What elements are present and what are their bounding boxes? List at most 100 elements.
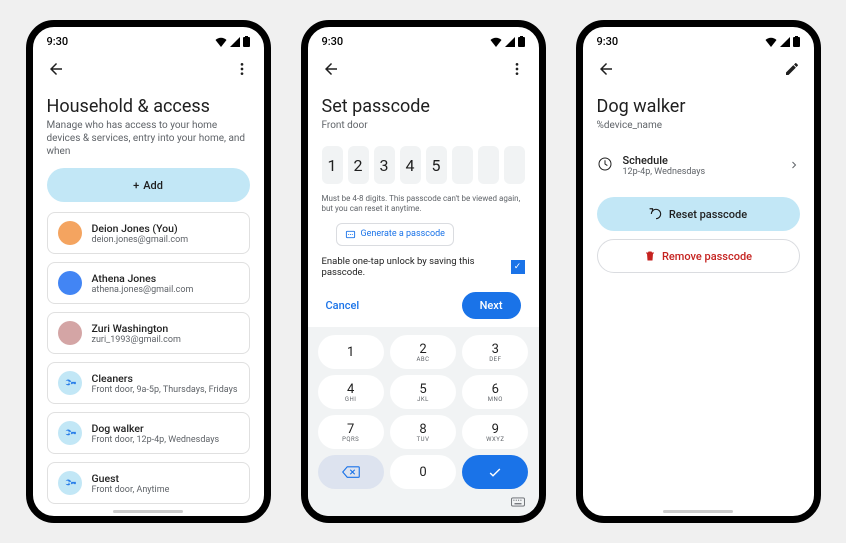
wifi-icon [490,37,502,47]
plus-icon: + [133,179,139,192]
more-menu[interactable] [234,61,250,81]
more-menu[interactable] [509,61,525,81]
person-item[interactable]: Deion Jones (You) deion.jones@gmail.com [47,212,250,254]
phone-set-passcode: 9:30 Set passcode Front door 1 2 3 4 5 M… [301,20,546,523]
enable-label: Enable one-tap unlock by saving this pas… [322,256,492,278]
key-5[interactable]: 5JKL [390,375,456,409]
passcode-icon [345,229,356,240]
schedule-detail: 12p-4p, Wednesdays [623,167,706,177]
key-7[interactable]: 7PQRS [318,415,384,449]
next-button[interactable]: Next [462,292,521,319]
schedule-label: Schedule [623,154,706,167]
person-item[interactable]: Athena Jones athena.jones@gmail.com [47,262,250,304]
header [33,52,264,90]
digit-box[interactable]: 1 [322,146,343,184]
access-item[interactable]: Cleaners Front door, 9a-5p, Thursdays, F… [47,362,250,404]
key-3[interactable]: 3DEF [462,335,528,369]
person-name: Athena Jones [92,272,194,285]
keyboard-switch-icon[interactable] [511,497,525,510]
status-bar: 9:30 [308,27,539,52]
add-button[interactable]: + Add [47,168,250,202]
back-button[interactable] [47,60,65,82]
phone-dog-walker: 9:30 Dog walker %device_name Schedule 12… [576,20,821,523]
battery-icon [518,36,525,47]
page-subtitle: %device_name [583,119,814,142]
trash-icon [644,250,656,262]
key-confirm[interactable] [462,455,528,489]
access-detail: Front door, Anytime [92,485,170,495]
clock-icon [597,156,613,176]
back-button[interactable] [597,60,615,82]
access-name: Dog walker [92,422,220,435]
key-2[interactable]: 2ABC [390,335,456,369]
numeric-keypad: 1 2ABC 3DEF 4GHI 5JKL 6MNO 7PQRS 8TUV 9W… [308,327,539,516]
wifi-icon [215,37,227,47]
access-name: Cleaners [92,372,238,385]
chevron-right-icon [788,156,800,175]
person-item[interactable]: Zuri Washington zuri_1993@gmail.com [47,312,250,354]
key-1[interactable]: 1 [318,335,384,369]
status-icons [215,36,250,47]
key-icon [58,471,82,495]
person-name: Zuri Washington [92,322,181,335]
digit-box[interactable]: 3 [374,146,395,184]
digit-box[interactable]: 4 [400,146,421,184]
generate-passcode-button[interactable]: Generate a passcode [336,223,454,246]
key-6[interactable]: 6MNO [462,375,528,409]
access-detail: Front door, 9a-5p, Thursdays, Fridays [92,385,238,395]
status-time: 9:30 [47,35,69,48]
signal-icon [230,37,240,47]
reset-label: Reset passcode [669,208,747,221]
key-8[interactable]: 8TUV [390,415,456,449]
battery-icon [243,36,250,47]
phone-household-access: 9:30 Household & access Manage who has a… [26,20,271,523]
passcode-hint: Must be 4-8 digits. This passcode can't … [308,188,539,221]
enable-onetap-row: Enable one-tap unlock by saving this pas… [308,256,539,286]
action-row: Cancel Next [308,286,539,327]
home-indicator [113,510,183,513]
wifi-icon [765,37,777,47]
remove-label: Remove passcode [662,250,752,263]
edit-button[interactable] [784,61,800,81]
digit-box[interactable] [452,146,473,184]
key-backspace[interactable] [318,455,384,489]
page-title: Household & access [33,90,264,119]
schedule-row[interactable]: Schedule 12p-4p, Wednesdays [583,142,814,189]
avatar [58,271,82,295]
key-icon [58,371,82,395]
status-time: 9:30 [322,35,344,48]
page-title: Dog walker [583,90,814,119]
person-email: zuri_1993@gmail.com [92,335,181,345]
key-0[interactable]: 0 [390,455,456,489]
reset-icon [649,207,663,221]
enable-checkbox[interactable]: ✓ [511,260,525,274]
page-subtitle: Manage who has access to your home devic… [33,119,264,168]
digit-box[interactable] [478,146,499,184]
status-bar: 9:30 [33,27,264,52]
status-time: 9:30 [597,35,619,48]
page-subtitle: Front door [308,119,539,142]
digit-box[interactable]: 5 [426,146,447,184]
page-title: Set passcode [308,90,539,119]
person-email: deion.jones@gmail.com [92,235,189,245]
remove-passcode-button[interactable]: Remove passcode [597,239,800,273]
person-email: athena.jones@gmail.com [92,285,194,295]
back-button[interactable] [322,60,340,82]
check-icon [487,464,503,480]
key-9[interactable]: 9WXYZ [462,415,528,449]
avatar [58,321,82,345]
backspace-icon [342,465,360,479]
avatar [58,221,82,245]
key-4[interactable]: 4GHI [318,375,384,409]
person-name: Deion Jones (You) [92,222,189,235]
cancel-button[interactable]: Cancel [326,299,360,312]
digit-box[interactable] [504,146,525,184]
digit-box[interactable]: 2 [348,146,369,184]
header [308,52,539,90]
key-icon [58,421,82,445]
access-item[interactable]: Dog walker Front door, 12p-4p, Wednesday… [47,412,250,454]
signal-icon [780,37,790,47]
access-item[interactable]: Guest Front door, Anytime [47,462,250,504]
reset-passcode-button[interactable]: Reset passcode [597,197,800,231]
battery-icon [793,36,800,47]
